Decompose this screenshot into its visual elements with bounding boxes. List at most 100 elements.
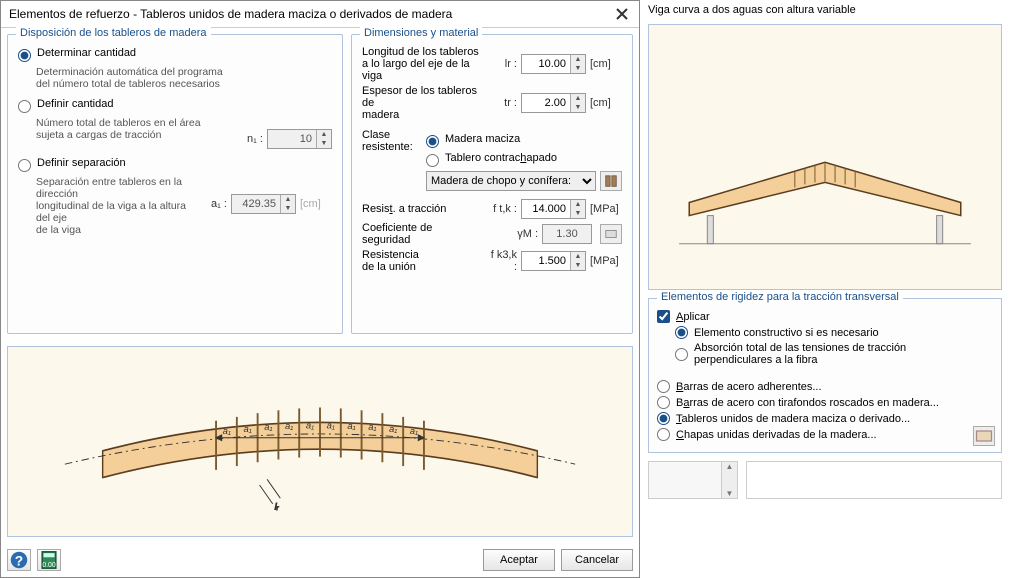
radio-timber-boards-label: Tableros unidos de madera maciza o deriv… bbox=[676, 413, 910, 425]
gear-icon bbox=[974, 426, 994, 446]
radio-timber-plates[interactable] bbox=[657, 428, 670, 441]
bottom-panels: ▲▼ bbox=[648, 461, 1002, 499]
a1-unit: [cm] bbox=[300, 198, 332, 210]
lr-symbol: lr : bbox=[489, 58, 517, 70]
radio-determine-qty[interactable] bbox=[18, 49, 31, 62]
spinner-down-icon[interactable]: ▼ bbox=[571, 209, 585, 218]
cancel-button[interactable]: Cancelar bbox=[561, 549, 633, 571]
radio-solid-timber-label: Madera maciza bbox=[445, 133, 520, 145]
svg-text:a₁: a₁ bbox=[264, 422, 272, 433]
radio-solid-timber[interactable] bbox=[426, 135, 439, 148]
spinner-up-icon: ▲ bbox=[281, 195, 295, 204]
ft-unit: [MPa] bbox=[590, 203, 622, 215]
tr-symbol: tr : bbox=[489, 97, 517, 109]
dialog-footer: ? 0.00 Aceptar Cancelar bbox=[1, 543, 639, 577]
info-panel bbox=[746, 461, 1002, 499]
spinner-up-icon[interactable]: ▲ bbox=[571, 94, 585, 103]
lr-label: lᵣ bbox=[275, 502, 280, 513]
preview-svg bbox=[649, 25, 1001, 289]
svg-text:a₁: a₁ bbox=[285, 421, 293, 432]
radio-plywood[interactable] bbox=[426, 154, 439, 167]
radio-full-absorption-label: Absorción total de las tensiones de trac… bbox=[694, 342, 954, 366]
n1-spinner: ▲▼ bbox=[267, 129, 332, 149]
svg-text:a₁: a₁ bbox=[306, 420, 314, 431]
spinner-up-icon[interactable]: ▲ bbox=[571, 55, 585, 64]
radio-timber-boards[interactable] bbox=[657, 412, 670, 425]
spinner-down-icon[interactable]: ▼ bbox=[571, 64, 585, 73]
reinforce-dialog: Elementos de refuerzo - Tableros unidos … bbox=[0, 0, 640, 578]
scroll-down-icon[interactable]: ▼ bbox=[726, 489, 734, 498]
close-button[interactable] bbox=[613, 5, 631, 23]
scroll-up-icon[interactable]: ▲ bbox=[726, 462, 734, 471]
ft-symbol: f t,k : bbox=[489, 203, 517, 215]
beam-preview bbox=[648, 24, 1002, 290]
svg-text:a₁: a₁ bbox=[347, 421, 355, 432]
result-list[interactable]: ▲▼ bbox=[648, 461, 738, 499]
thickness-label: Espesor de los tableros de madera bbox=[362, 85, 485, 121]
fk3-input[interactable] bbox=[522, 255, 570, 267]
settings-icon bbox=[604, 227, 618, 241]
help-button[interactable]: ? bbox=[7, 549, 31, 571]
a1-input bbox=[232, 198, 280, 210]
radio-plywood-label: Tablero contrachapado bbox=[445, 152, 557, 164]
ft-input[interactable] bbox=[522, 203, 570, 215]
radio-full-absorption[interactable] bbox=[675, 348, 688, 361]
accept-button[interactable]: Aceptar bbox=[483, 549, 555, 571]
gamma-spinner bbox=[542, 224, 592, 244]
group-stiffness-title: Elementos de rigidez para la tracción tr… bbox=[657, 291, 903, 303]
stiffness-settings-button[interactable] bbox=[973, 426, 995, 446]
radio-threaded-steel[interactable] bbox=[657, 396, 670, 409]
spinner-up-icon[interactable]: ▲ bbox=[571, 200, 585, 209]
svg-text:?: ? bbox=[15, 554, 23, 569]
apply-label: Aplicar bbox=[676, 311, 710, 323]
beam-svg: a₁ a₁ a₁ a₁ a₁ a₁ a₁ a₁ a₁ a₁ lᵣ bbox=[8, 347, 632, 536]
svg-text:a₁: a₁ bbox=[243, 424, 251, 435]
tr-input[interactable] bbox=[522, 97, 570, 109]
timber-type-select[interactable]: Madera de chopo y conífera: bbox=[426, 171, 596, 191]
dialog-content: Disposición de los tableros de madera De… bbox=[1, 28, 639, 340]
determine-qty-desc: Determinación automática del programa de… bbox=[36, 66, 332, 90]
lr-spinner[interactable]: ▲▼ bbox=[521, 54, 586, 74]
gamma-info-button[interactable] bbox=[600, 224, 622, 244]
gamma-symbol: γM : bbox=[510, 228, 538, 240]
calculator-button[interactable]: 0.00 bbox=[37, 549, 61, 571]
fk3-spinner[interactable]: ▲▼ bbox=[521, 251, 586, 271]
gamma-input bbox=[543, 228, 591, 240]
help-icon: ? bbox=[8, 549, 30, 571]
beam-illustration: a₁ a₁ a₁ a₁ a₁ a₁ a₁ a₁ a₁ a₁ lᵣ bbox=[7, 346, 633, 537]
svg-text:0.00: 0.00 bbox=[42, 562, 56, 569]
radio-define-qty[interactable] bbox=[18, 100, 31, 113]
spinner-up-icon[interactable]: ▲ bbox=[571, 252, 585, 261]
radio-constructive[interactable] bbox=[675, 326, 688, 339]
gamma-label: Coeficiente de seguridad bbox=[362, 222, 506, 246]
radio-define-spacing-label: Definir separación bbox=[37, 157, 126, 169]
right-pane: Viga curva a dos aguas con altura variab… bbox=[640, 0, 1010, 578]
titlebar: Elementos de refuerzo - Tableros unidos … bbox=[1, 1, 639, 28]
radio-define-spacing[interactable] bbox=[18, 159, 31, 172]
group-arrangement: Disposición de los tableros de madera De… bbox=[7, 34, 343, 334]
define-spacing-desc: Separación entre tableros en la direcció… bbox=[36, 176, 199, 236]
n1-symbol: n₁ : bbox=[235, 133, 263, 145]
dialog-title: Elementos de refuerzo - Tableros unidos … bbox=[9, 7, 452, 21]
close-icon bbox=[616, 8, 628, 20]
fk3-symbol: f k3,k : bbox=[489, 249, 517, 273]
group-arrangement-title: Disposición de los tableros de madera bbox=[16, 27, 211, 39]
spinner-down-icon: ▼ bbox=[281, 204, 295, 213]
class-label: Clase resistente: bbox=[362, 129, 422, 153]
svg-text:a₁: a₁ bbox=[368, 422, 376, 433]
spinner-down-icon[interactable]: ▼ bbox=[571, 261, 585, 270]
spinner-down-icon[interactable]: ▼ bbox=[571, 103, 585, 112]
radio-determine-qty-label: Determinar cantidad bbox=[37, 47, 136, 59]
scrollbar[interactable]: ▲▼ bbox=[721, 462, 737, 498]
a1-spinner: ▲▼ bbox=[231, 194, 296, 214]
radio-bonded-steel[interactable] bbox=[657, 380, 670, 393]
spinner-up-icon: ▲ bbox=[317, 130, 331, 139]
lr-input[interactable] bbox=[522, 58, 570, 70]
fk3-unit: [MPa] bbox=[590, 255, 622, 267]
a1-symbol: a₁ : bbox=[199, 198, 227, 210]
tr-spinner[interactable]: ▲▼ bbox=[521, 93, 586, 113]
apply-checkbox[interactable] bbox=[657, 310, 670, 323]
ft-spinner[interactable]: ▲▼ bbox=[521, 199, 586, 219]
library-button[interactable] bbox=[600, 171, 622, 191]
group-dimensions-title: Dimensiones y material bbox=[360, 27, 482, 39]
